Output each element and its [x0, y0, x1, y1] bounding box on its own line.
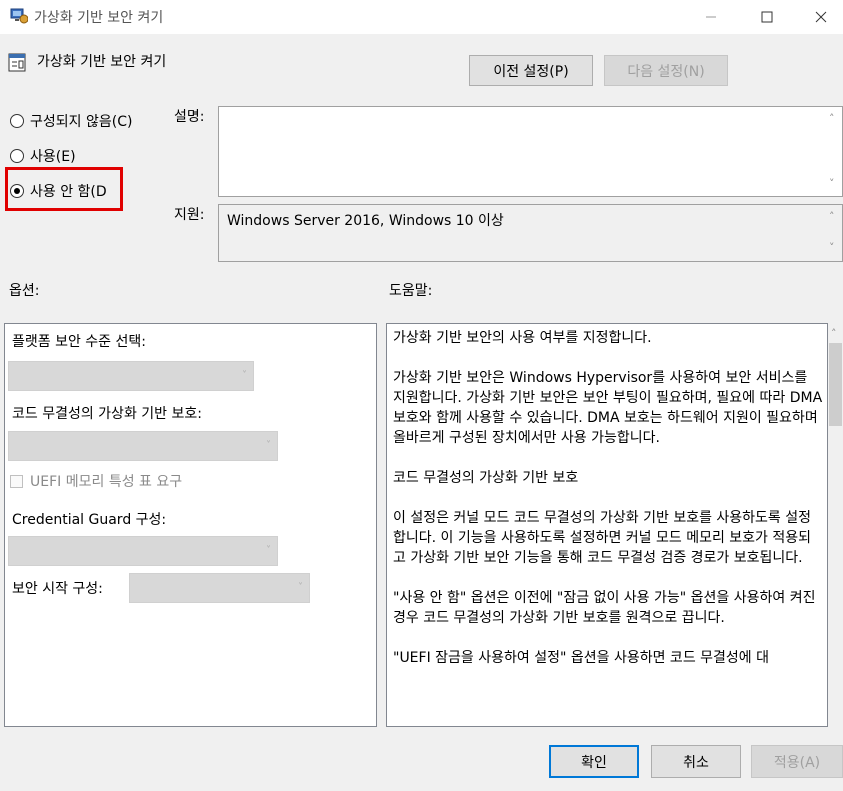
- hvci-label: 코드 무결성의 가상화 기반 보호:: [12, 406, 202, 422]
- apply-button[interactable]: 적용(A): [751, 745, 843, 778]
- options-label: 옵션:: [9, 283, 40, 299]
- chevron-down-icon: ˅: [298, 582, 303, 593]
- next-setting-button[interactable]: 다음 설정(N): [604, 55, 728, 86]
- scroll-down-icon[interactable]: ˅: [829, 177, 835, 190]
- radio-enabled[interactable]: 사용(E): [10, 146, 76, 166]
- maximize-icon: [761, 11, 773, 23]
- highlight-box: [5, 167, 123, 211]
- radio-circle[interactable]: [10, 114, 24, 128]
- supported-value: Windows Server 2016, Windows 10 이상: [227, 213, 504, 229]
- chevron-down-icon: ˅: [266, 545, 271, 556]
- secure-launch-label: 보안 시작 구성:: [12, 581, 103, 597]
- scroll-up-icon[interactable]: ˄: [831, 327, 837, 340]
- help-scrollbar-thumb[interactable]: [829, 343, 842, 426]
- policy-app-icon: [10, 8, 29, 24]
- scroll-up-icon[interactable]: ˄: [829, 210, 835, 223]
- close-button[interactable]: [799, 0, 843, 34]
- chevron-down-icon: ˅: [242, 370, 247, 381]
- platform-security-dropdown[interactable]: ˅: [8, 361, 254, 391]
- previous-setting-button[interactable]: 이전 설정(P): [469, 55, 593, 86]
- ok-button[interactable]: 확인: [549, 745, 639, 778]
- maximize-button[interactable]: [745, 0, 789, 34]
- close-icon: [815, 11, 827, 23]
- cancel-button[interactable]: 취소: [651, 745, 741, 778]
- radio-enabled-label: 사용(E): [30, 149, 76, 165]
- minimize-button[interactable]: [689, 0, 733, 34]
- chevron-down-icon: ˅: [266, 440, 271, 451]
- comment-label: 설명:: [174, 109, 205, 125]
- supported-label: 지원:: [174, 207, 205, 223]
- hvci-dropdown[interactable]: ˅: [8, 431, 278, 461]
- window-title: 가상화 기반 보안 켜기: [34, 10, 164, 26]
- scroll-up-icon[interactable]: ˄: [829, 112, 835, 125]
- secure-launch-dropdown[interactable]: ˅: [129, 573, 310, 603]
- supported-scrollbar[interactable]: ˄ ˅: [825, 205, 842, 261]
- comment-textbox[interactable]: ˄ ˅: [218, 106, 843, 197]
- uefi-mat-label: UEFI 메모리 특성 표 요구: [30, 474, 183, 490]
- radio-not-configured[interactable]: 구성되지 않음(C): [10, 111, 132, 131]
- platform-security-label: 플랫폼 보안 수준 선택:: [12, 334, 146, 350]
- help-label: 도움말:: [389, 283, 433, 299]
- radio-not-configured-label: 구성되지 않음(C): [30, 114, 133, 130]
- help-panel-border: [386, 323, 828, 727]
- radio-circle[interactable]: [10, 149, 24, 163]
- credential-guard-dropdown[interactable]: ˅: [8, 536, 278, 566]
- setting-title: 가상화 기반 보안 켜기: [37, 54, 167, 70]
- minimize-icon: [706, 16, 716, 18]
- scroll-down-icon[interactable]: ˅: [829, 241, 835, 254]
- policy-setting-icon: [8, 52, 26, 72]
- uefi-mat-checkbox[interactable]: [10, 475, 23, 488]
- comment-scrollbar[interactable]: ˄ ˅: [825, 107, 842, 196]
- credential-guard-label: Credential Guard 구성:: [12, 512, 167, 528]
